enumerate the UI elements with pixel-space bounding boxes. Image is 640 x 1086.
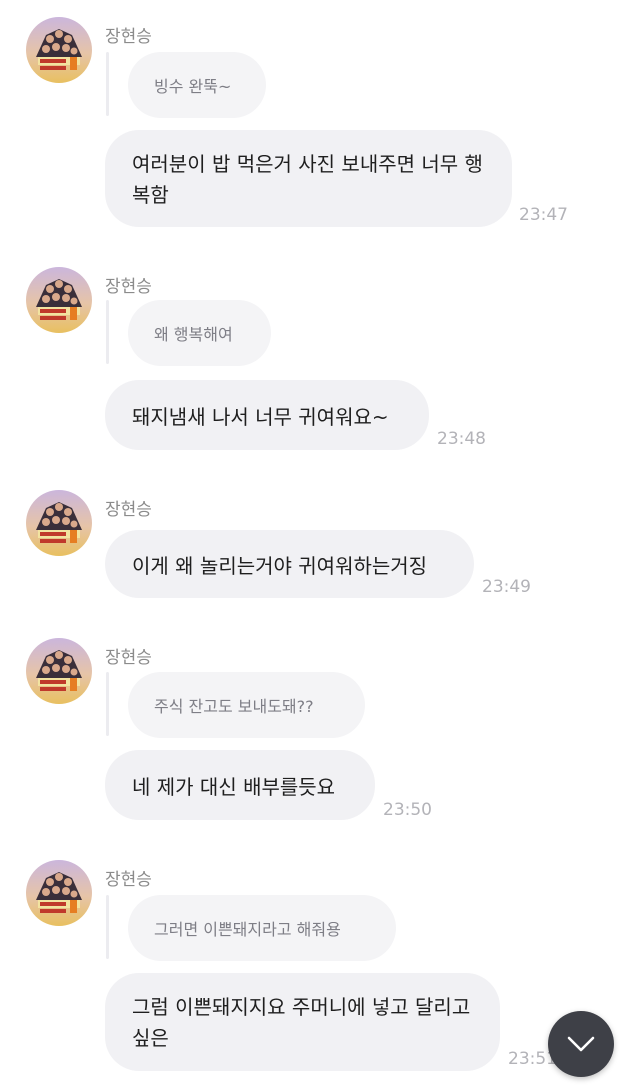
sender-avatar[interactable] <box>26 638 92 704</box>
sender-avatar[interactable] <box>26 490 92 556</box>
quoted-reply[interactable]: 왜 행복해여 <box>128 300 271 366</box>
sender-name: 장현승 <box>105 27 152 47</box>
quoted-reply[interactable]: 그러면 이쁜돼지라고 해줘용 <box>128 895 396 961</box>
quoted-reply[interactable]: 빙수 완뚝~ <box>128 52 266 118</box>
chevron-down-icon <box>567 1036 595 1052</box>
sender-avatar[interactable] <box>26 860 92 926</box>
sender-name: 장현승 <box>105 870 152 890</box>
message-timestamp: 23:50 <box>383 800 432 820</box>
message-bubble[interactable]: 네 제가 대신 배부를듯요 <box>105 750 375 820</box>
reply-indicator-bar <box>106 895 109 959</box>
sender-name: 장현승 <box>105 648 152 668</box>
profile-avatar-icon <box>26 490 92 556</box>
reply-indicator-bar <box>106 52 109 116</box>
sender-avatar[interactable] <box>26 267 92 333</box>
profile-avatar-icon <box>26 17 92 83</box>
message-bubble[interactable]: 이게 왜 놀리는거야 귀여워하는거징 <box>105 530 474 598</box>
profile-avatar-icon <box>26 860 92 926</box>
profile-avatar-icon <box>26 638 92 704</box>
message-timestamp: 23:48 <box>437 429 486 449</box>
message-bubble[interactable]: 돼지냄새 나서 너무 귀여워요~ <box>105 380 429 450</box>
sender-name: 장현승 <box>105 277 152 297</box>
reply-indicator-bar <box>106 300 109 364</box>
message-timestamp: 23:47 <box>519 205 568 225</box>
profile-avatar-icon <box>26 267 92 333</box>
sender-avatar[interactable] <box>26 17 92 83</box>
message-timestamp: 23:49 <box>482 577 531 597</box>
scroll-to-bottom-button[interactable] <box>548 1011 614 1077</box>
message-bubble[interactable]: 그럼 이쁜돼지지요 주머니에 넣고 달리고싶은 <box>105 973 500 1071</box>
quoted-reply[interactable]: 주식 잔고도 보내도돼?? <box>128 672 365 738</box>
sender-name: 장현승 <box>105 500 152 520</box>
message-bubble[interactable]: 여러분이 밥 먹은거 사진 보내주면 너무 행복함 <box>105 130 512 227</box>
reply-indicator-bar <box>106 672 109 736</box>
